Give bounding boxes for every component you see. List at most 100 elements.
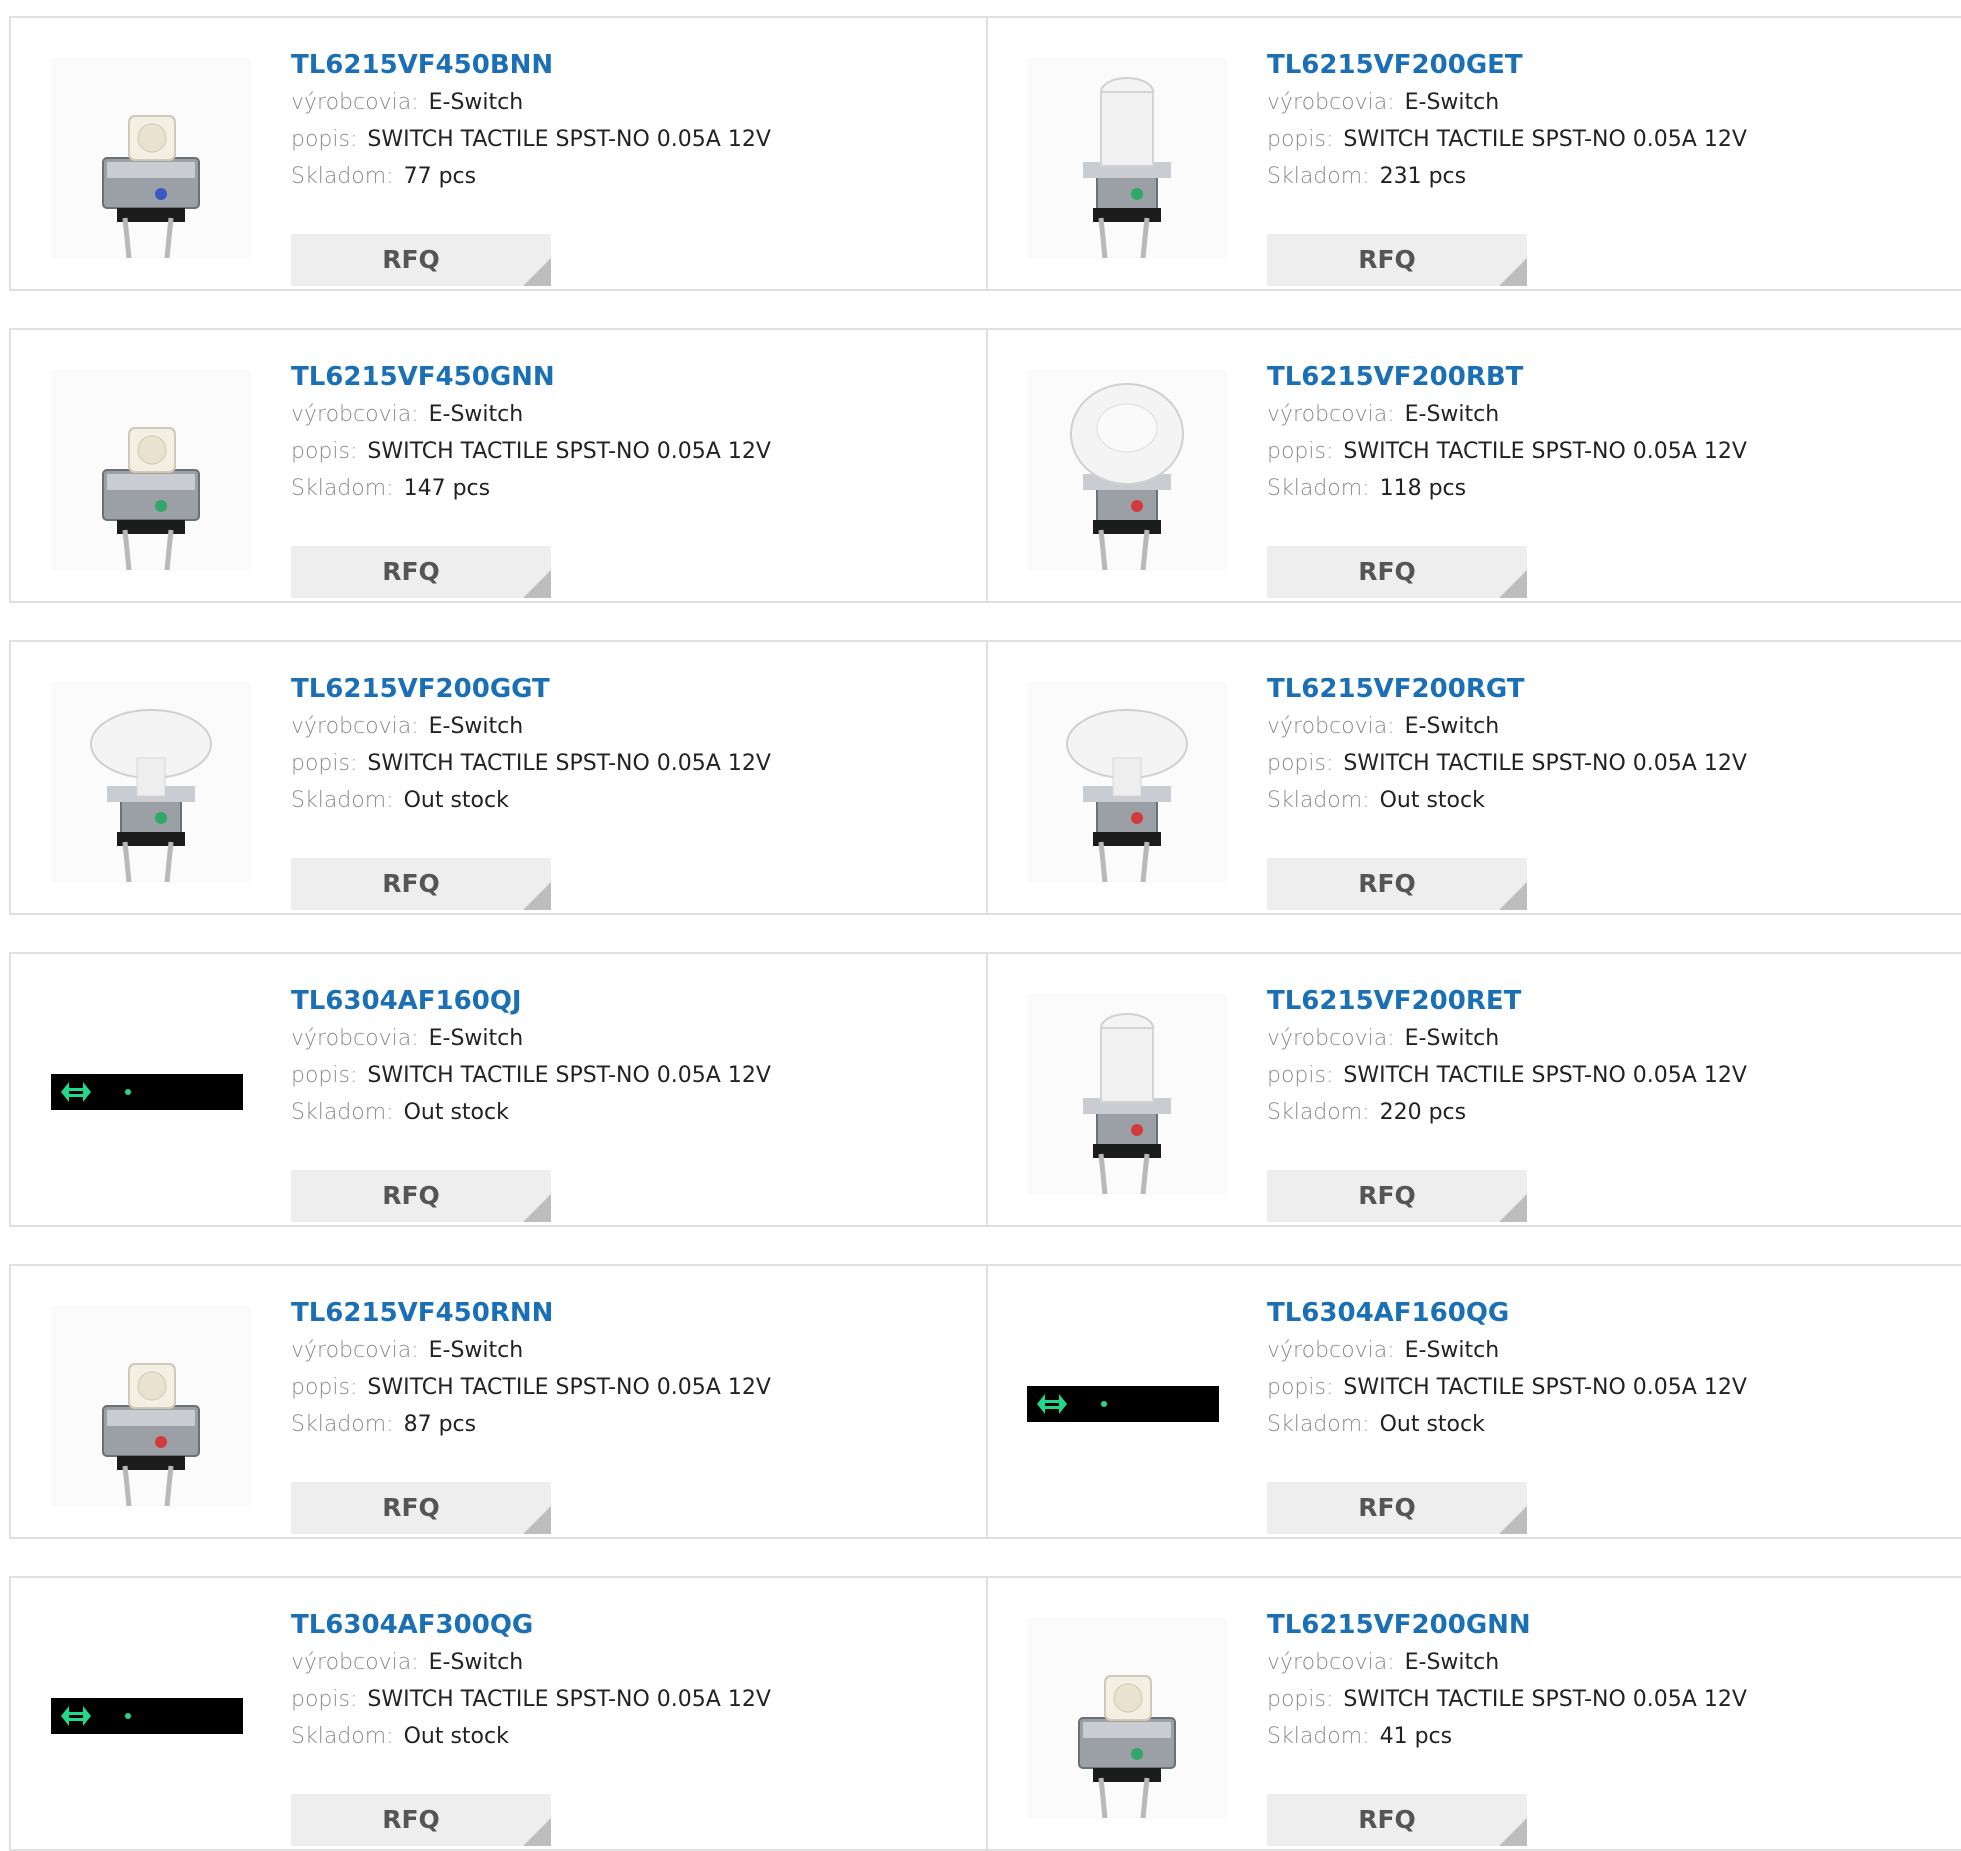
product-image[interactable] [1027,994,1227,1194]
rfq-button[interactable]: RFQ [1267,858,1527,910]
product-image[interactable] [1027,370,1227,570]
rfq-button[interactable]: RFQ [291,546,551,598]
rfq-button[interactable]: RFQ [1267,1794,1527,1846]
manufacturer-label: výrobcovia: [1267,714,1395,739]
rfq-button[interactable]: RFQ [291,1794,551,1846]
manufacturer-line: výrobcovia: E-Switch [291,396,951,433]
product-row: TL6304AF160QJ výrobcovia: E-Switch popis: SW… [9,952,1961,1227]
manufacturer-value[interactable]: E-Switch [1405,714,1500,739]
manufacturer-label: výrobcovia: [291,1650,419,1675]
product-row: TL6304AF300QG výrobcovia: E-Switch popis: SW… [9,1576,1961,1851]
product-image[interactable] [51,1306,251,1506]
rfq-button[interactable]: RFQ [1267,1482,1527,1534]
product-title-link[interactable]: TL6215VF450GNN [291,358,951,396]
product-image[interactable] [1027,58,1227,258]
product-title-link[interactable]: TL6215VF200RGT [1267,670,1927,708]
product-card: TL6304AF300QG výrobcovia: E-Switch popis: SW… [9,1578,988,1849]
product-image[interactable] [51,1618,251,1818]
product-title-link[interactable]: TL6215VF200GNN [1267,1606,1927,1644]
product-title-link[interactable]: TL6215VF200RET [1267,982,1927,1020]
manufacturer-line: výrobcovia: E-Switch [1267,1644,1927,1681]
product-image[interactable] [51,370,251,570]
stock-line: Skladom: 118 pcs [1267,470,1927,507]
description-line: popis: SWITCH TACTILE SPST-NO 0.05A 12V [1267,1369,1927,1406]
rfq-label: RFQ [1358,1805,1416,1834]
product-image[interactable] [1027,1306,1227,1506]
product-image[interactable] [51,994,251,1194]
rfq-button[interactable]: RFQ [1267,546,1527,598]
product-card: TL6215VF200GET výrobcovia: E-Switch popis: S… [987,18,1961,289]
manufacturer-value[interactable]: E-Switch [1405,1338,1500,1363]
product-title-link[interactable]: TL6215VF200RBT [1267,358,1927,396]
rfq-label: RFQ [382,1181,440,1210]
manufacturer-line: výrobcovia: E-Switch [291,1020,951,1057]
stock-label: Skladom: [291,164,394,189]
manufacturer-value[interactable]: E-Switch [1405,1026,1500,1051]
rfq-button[interactable]: RFQ [291,1170,551,1222]
stock-label: Skladom: [1267,476,1370,501]
manufacturer-line: výrobcovia: E-Switch [1267,396,1927,433]
manufacturer-value[interactable]: E-Switch [429,1026,524,1051]
product-title-link[interactable]: TL6304AF160QG [1267,1294,1927,1332]
manufacturer-value[interactable]: E-Switch [1405,1650,1500,1675]
stock-line: Skladom: Out stock [1267,782,1927,819]
manufacturer-line: výrobcovia: E-Switch [291,708,951,745]
corner-decoration [1499,570,1527,598]
product-title-link[interactable]: TL6304AF300QG [291,1606,951,1644]
product-title-link[interactable]: TL6304AF160QJ [291,982,951,1020]
product-card: TL6215VF200RET výrobcovia: E-Switch popis: S… [987,954,1961,1225]
rfq-label: RFQ [1358,869,1416,898]
stock-label: Skladom: [291,1100,394,1125]
manufacturer-value[interactable]: E-Switch [429,402,524,427]
product-title-link[interactable]: TL6215VF450RNN [291,1294,951,1332]
description-line: popis: SWITCH TACTILE SPST-NO 0.05A 12V [291,121,951,158]
description-line: popis: SWITCH TACTILE SPST-NO 0.05A 12V [291,1057,951,1094]
manufacturer-label: výrobcovia: [1267,1650,1395,1675]
product-image[interactable] [1027,682,1227,882]
product-title-link[interactable]: TL6215VF200GGT [291,670,951,708]
description-label: popis: [1267,1375,1334,1400]
stock-line: Skladom: Out stock [1267,1406,1927,1443]
manufacturer-value[interactable]: E-Switch [429,714,524,739]
product-title-link[interactable]: TL6215VF200GET [1267,46,1927,84]
description-label: popis: [291,127,358,152]
rfq-label: RFQ [1358,557,1416,586]
product-card: TL6304AF160QJ výrobcovia: E-Switch popis: SW… [9,954,988,1225]
corner-decoration [1499,882,1527,910]
description-value: SWITCH TACTILE SPST-NO 0.05A 12V [367,1687,771,1712]
stock-label: Skladom: [1267,1724,1370,1749]
manufacturer-label: výrobcovia: [291,714,419,739]
rfq-button[interactable]: RFQ [1267,1170,1527,1222]
rfq-button[interactable]: RFQ [1267,234,1527,286]
product-info: TL6215VF450BNN výrobcovia: E-Switch popis: S… [291,46,951,286]
description-line: popis: SWITCH TACTILE SPST-NO 0.05A 12V [1267,1057,1927,1094]
manufacturer-value[interactable]: E-Switch [429,1338,524,1363]
rfq-button[interactable]: RFQ [291,858,551,910]
stock-label: Skladom: [1267,1100,1370,1125]
corner-decoration [1499,1194,1527,1222]
rfq-button[interactable]: RFQ [291,1482,551,1534]
rfq-button[interactable]: RFQ [291,234,551,286]
manufacturer-line: výrobcovia: E-Switch [1267,1332,1927,1369]
rfq-label: RFQ [382,245,440,274]
description-value: SWITCH TACTILE SPST-NO 0.05A 12V [1343,751,1747,776]
manufacturer-value[interactable]: E-Switch [1405,90,1500,115]
rfq-label: RFQ [382,1805,440,1834]
manufacturer-value[interactable]: E-Switch [429,90,524,115]
product-row: TL6215VF450BNN výrobcovia: E-Switch popis: S… [9,16,1961,291]
description-line: popis: SWITCH TACTILE SPST-NO 0.05A 12V [291,1681,951,1718]
product-image[interactable] [51,682,251,882]
product-image[interactable] [1027,1618,1227,1818]
product-card: TL6215VF450RNN výrobcovia: E-Switch popis: S… [9,1266,988,1537]
product-card: TL6215VF200GNN výrobcovia: E-Switch popis: S… [987,1578,1961,1849]
product-row: TL6215VF450GNN výrobcovia: E-Switch popis: S… [9,328,1961,603]
manufacturer-value[interactable]: E-Switch [429,1650,524,1675]
manufacturer-label: výrobcovia: [1267,402,1395,427]
manufacturer-value[interactable]: E-Switch [1405,402,1500,427]
stock-value: Out stock [1379,788,1485,813]
corner-decoration [523,1194,551,1222]
product-image[interactable] [51,58,251,258]
product-title-link[interactable]: TL6215VF450BNN [291,46,951,84]
description-value: SWITCH TACTILE SPST-NO 0.05A 12V [1343,127,1747,152]
stock-value: 220 pcs [1379,1100,1467,1125]
